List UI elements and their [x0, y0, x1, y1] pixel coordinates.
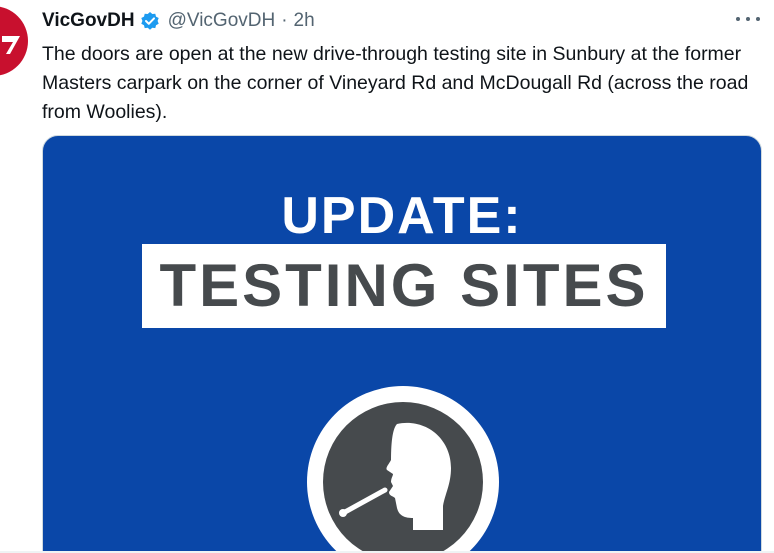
media-banner-text: TESTING SITES — [159, 252, 649, 319]
more-options-icon[interactable] — [736, 12, 760, 26]
more-dot — [756, 17, 760, 21]
tweet-media-image[interactable]: UPDATE: TESTING SITES — [42, 135, 762, 553]
tweet-timestamp[interactable]: 2h — [294, 10, 315, 32]
vicgov-logo-icon — [2, 36, 20, 54]
avatar[interactable] — [0, 6, 28, 76]
media-heading: UPDATE: — [281, 187, 523, 245]
display-name[interactable]: VicGovDH — [42, 10, 135, 32]
user-handle[interactable]: @VicGovDH — [168, 10, 276, 32]
swab-test-head-icon — [305, 384, 501, 552]
more-dot — [746, 17, 750, 21]
tweet-text: The doors are open at the new drive-thro… — [42, 43, 749, 123]
tweet-header: VicGovDH @VicGovDH · 2h — [42, 8, 315, 34]
separator-dot: · — [281, 10, 288, 31]
more-dot — [736, 17, 740, 21]
verified-badge-icon — [140, 11, 160, 31]
media-banner: TESTING SITES — [142, 244, 666, 328]
